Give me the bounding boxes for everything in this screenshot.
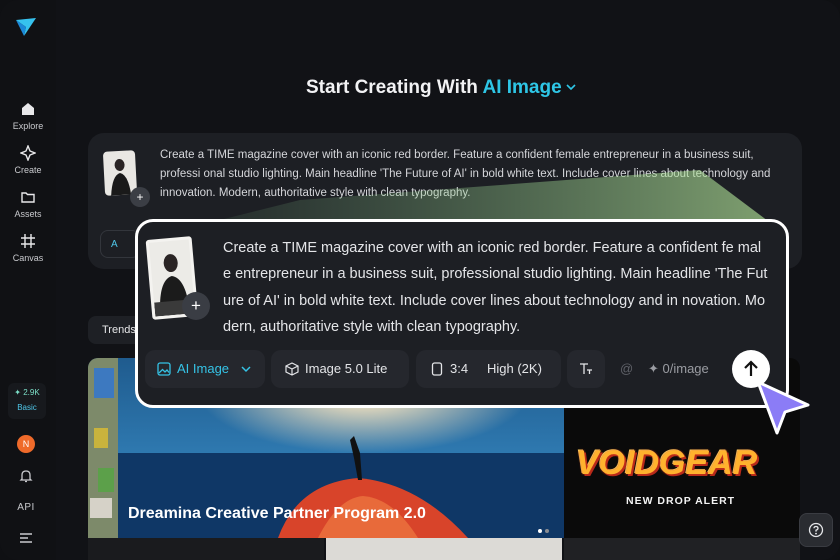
canvas-icon (21, 234, 35, 248)
credit-rate-label: 0/image (662, 361, 709, 376)
mode-dropdown[interactable]: AI Image (145, 350, 265, 388)
sidebar-item-label: Assets (14, 209, 42, 219)
text-style-button[interactable] (567, 350, 605, 388)
credit-rate: ✦ 0/image (648, 361, 709, 376)
menu-icon[interactable] (18, 532, 34, 544)
sidebar-item-assets[interactable]: Assets (0, 189, 56, 219)
cube-icon (285, 362, 299, 376)
mode-dropdown-label: AI Image (177, 361, 230, 376)
quality-label: High (2K) (487, 361, 542, 376)
ratio-icon (431, 362, 443, 376)
ratio-label: 3:4 (450, 361, 469, 376)
page-title-prefix: Start Creating With (306, 77, 478, 98)
mode-selector[interactable]: AI Image (482, 77, 576, 98)
mode-chip[interactable]: A (100, 230, 140, 258)
add-image-button-zoomed[interactable]: + (182, 292, 210, 320)
banner-title: Dreamina Creative Partner Program 2.0 (128, 505, 426, 522)
sidebar-item-label: Create (14, 165, 42, 175)
sidebar-item-canvas[interactable]: Canvas (0, 233, 56, 263)
folder-icon (21, 192, 35, 203)
home-icon (22, 103, 34, 115)
mode-chip-label: A (111, 239, 118, 250)
ratio-quality-dropdown[interactable]: 3:4 High (2K) (416, 350, 561, 388)
image-icon (157, 362, 171, 376)
chevron-down-icon (241, 366, 251, 373)
sidebar-item-label: Canvas (12, 253, 44, 263)
logo-icon[interactable] (14, 16, 38, 38)
model-dropdown[interactable]: Image 5.0 Lite (271, 350, 409, 388)
plan-label: Basic (17, 403, 37, 412)
carousel-dots[interactable] (538, 520, 552, 538)
mention-button[interactable]: @ (620, 361, 633, 376)
cursor-icon (756, 380, 810, 435)
sidebar: Explore Create Assets Canvas ✦ 2.9K Basi… (0, 0, 56, 560)
help-icon (808, 522, 824, 538)
help-button[interactable] (799, 513, 833, 547)
model-dropdown-label: Image 5.0 Lite (305, 361, 388, 376)
api-link[interactable]: API (0, 502, 52, 513)
sidebar-item-label: Explore (12, 121, 44, 131)
prompt-text[interactable]: Create a TIME magazine cover with an ico… (160, 146, 786, 203)
sidebar-item-create[interactable]: Create (0, 145, 56, 175)
sidebar-item-explore[interactable]: Explore (0, 101, 56, 131)
promo-title: VOIDGEAR (576, 444, 758, 482)
page-title: Start Creating With AI Image (306, 77, 576, 99)
arrow-up-icon (744, 360, 758, 376)
text-size-icon (580, 363, 592, 374)
avatar[interactable]: N (17, 435, 35, 453)
prompt-text-zoomed[interactable]: Create a TIME magazine cover with an ico… (223, 235, 769, 340)
sparkle-icon (20, 145, 36, 161)
credits-value: 2.9K (23, 388, 40, 397)
chevron-down-icon (566, 84, 576, 91)
credits-badge[interactable]: ✦ 2.9K Basic (8, 383, 46, 419)
mode-selector-label: AI Image (482, 77, 562, 98)
add-image-button[interactable]: + (130, 187, 150, 207)
promo-subtitle: NEW DROP ALERT (626, 495, 736, 507)
gallery-row[interactable] (88, 538, 800, 560)
app-window: Explore Create Assets Canvas ✦ 2.9K Basi… (0, 0, 840, 560)
bell-icon[interactable] (18, 468, 34, 484)
